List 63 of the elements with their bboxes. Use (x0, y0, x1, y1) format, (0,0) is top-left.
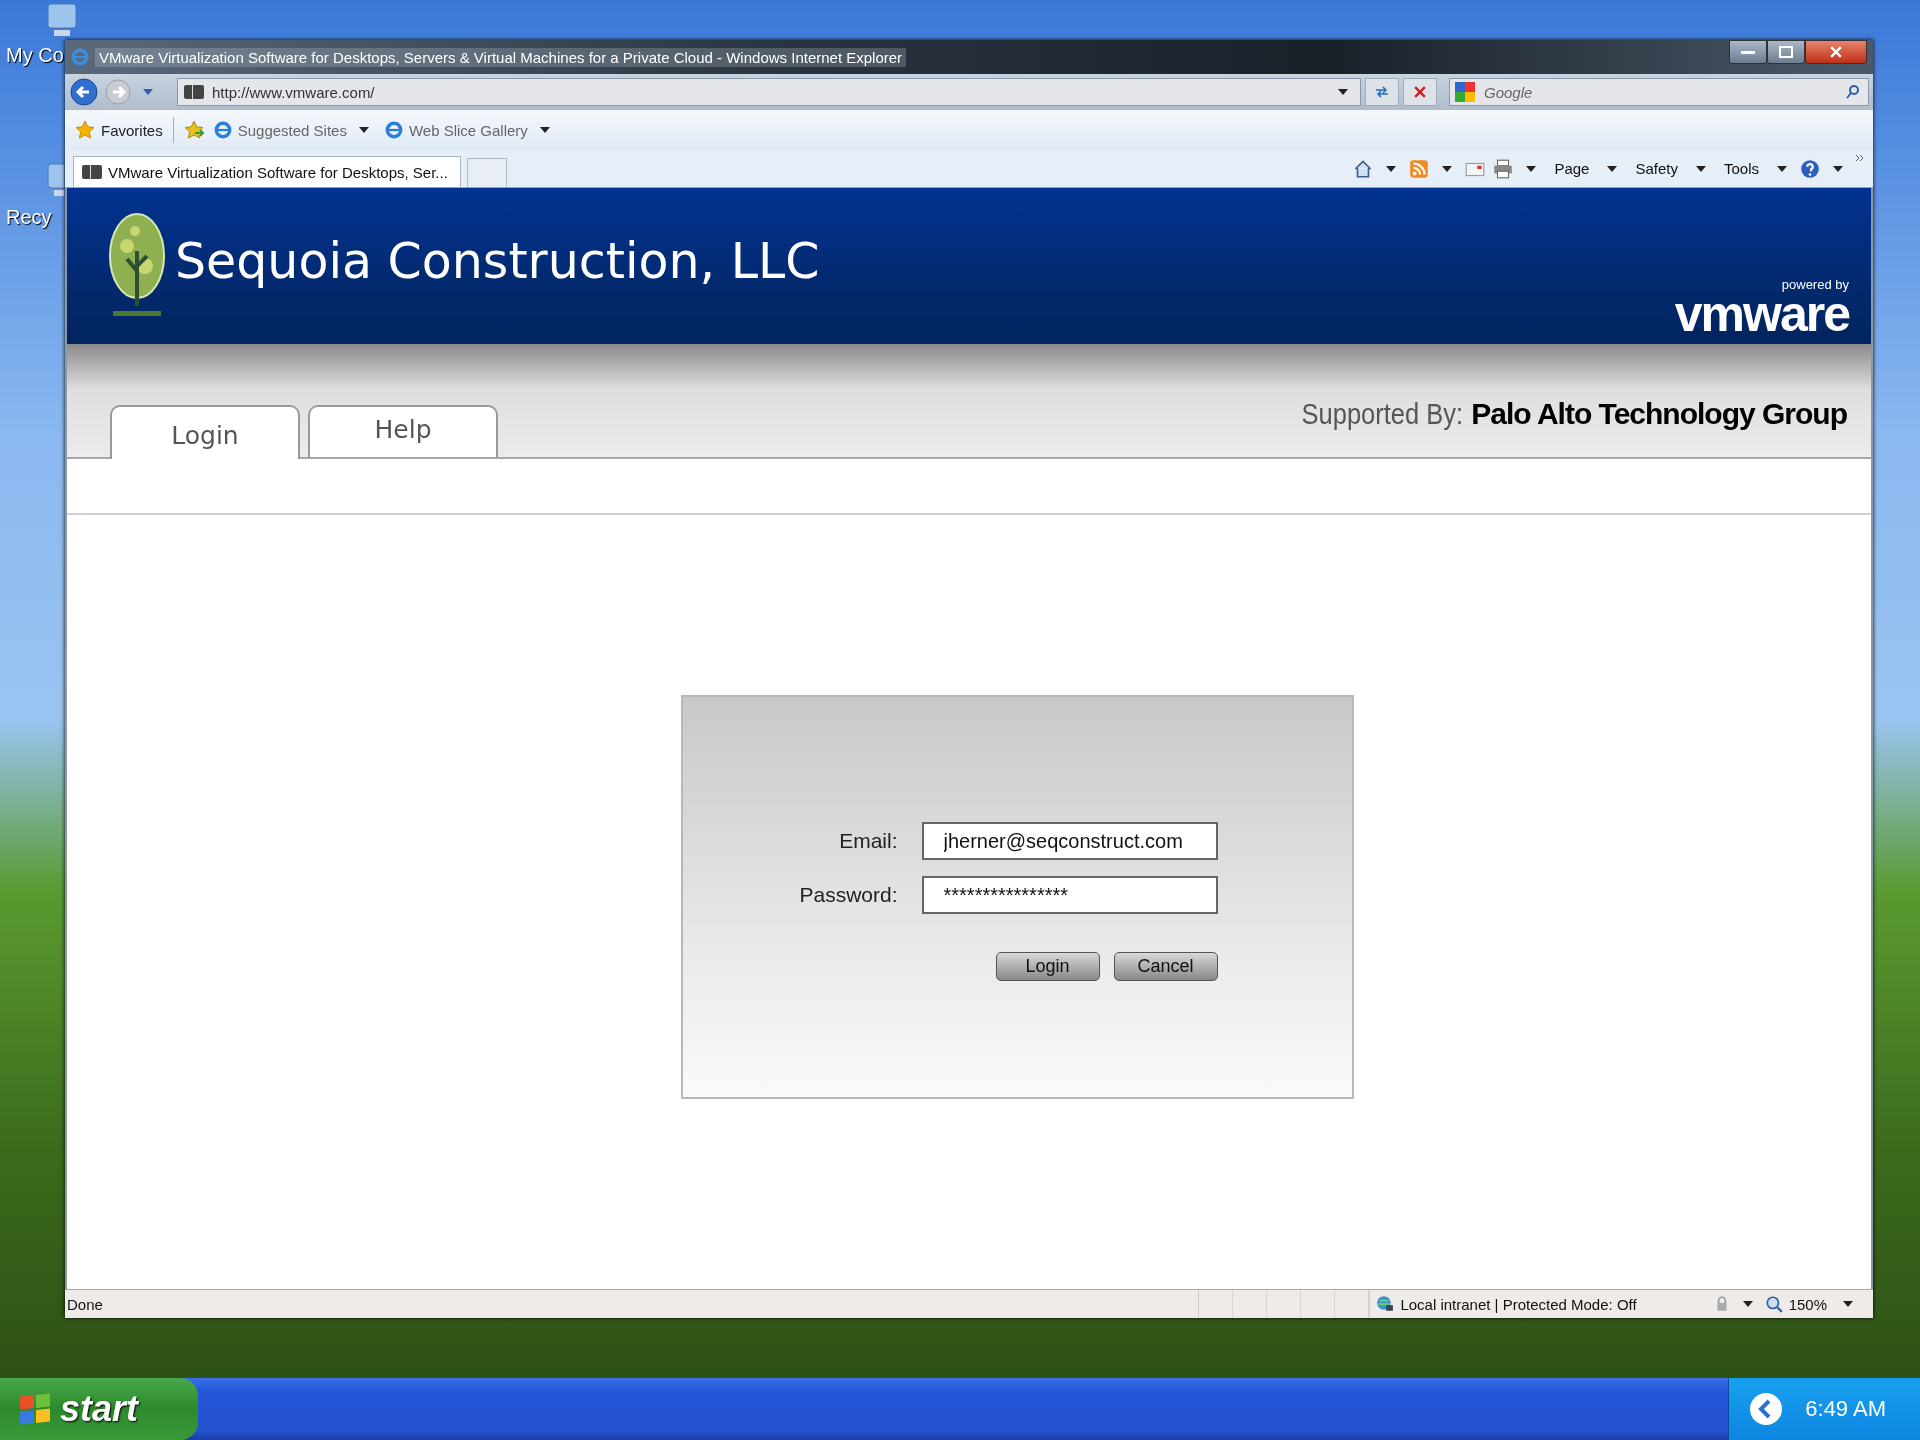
caret-icon[interactable] (1742, 1301, 1753, 1307)
history-dropdown-icon[interactable] (143, 89, 153, 95)
favorites-link[interactable]: Suggested Sites (213, 121, 375, 139)
close-icon (1413, 86, 1427, 98)
printer-icon[interactable] (1492, 157, 1515, 180)
refresh-icon (1375, 86, 1389, 98)
site-favicon-icon (184, 85, 204, 99)
search-icon[interactable] (1845, 84, 1861, 100)
back-button[interactable] (69, 77, 99, 107)
caret-icon (539, 127, 550, 133)
caret-icon[interactable] (1386, 165, 1397, 172)
favorites-button[interactable]: Favorites (75, 120, 163, 140)
zoom-icon[interactable] (1764, 1295, 1783, 1313)
email-field[interactable]: jherner@seqconstruct.com (921, 822, 1218, 860)
zoom-level[interactable]: 150% (1788, 1295, 1827, 1313)
add-favorite-icon[interactable] (183, 120, 204, 140)
page-tab[interactable]: Help (308, 405, 498, 457)
password-field[interactable]: **************** (921, 876, 1218, 914)
status-text: Done (67, 1295, 103, 1313)
close-button[interactable] (1805, 40, 1867, 64)
favorites-link[interactable]: Web Slice Gallery (384, 121, 556, 139)
brand-logo: vmware (1674, 291, 1849, 336)
help-icon[interactable] (1799, 157, 1821, 180)
security-zone-text[interactable]: Local intranet | Protected Mode: Off (1400, 1295, 1637, 1313)
start-button[interactable]: start (0, 1378, 198, 1440)
caret-icon[interactable] (1695, 165, 1706, 172)
window-title: VMware Virtualization Software for Desktops, Servers & Virtual Machines for a Private Cloud - Windows Internet Explorer (95, 47, 907, 67)
caret-icon[interactable] (1843, 1301, 1853, 1307)
command-menu[interactable]: Safety (1635, 160, 1678, 177)
browser-tab[interactable]: VMware Virtualization Software for Desktops, Ser... (73, 156, 461, 187)
caret-icon[interactable] (1777, 165, 1787, 172)
page-tab[interactable]: Login (110, 405, 300, 459)
clock: 6:49 AM (1805, 1396, 1886, 1422)
command-menu[interactable]: Tools (1723, 160, 1759, 177)
command-menu[interactable]: Page (1554, 160, 1590, 177)
more-commands-icon[interactable] (1855, 154, 1865, 162)
star-icon (75, 120, 95, 140)
close-icon (1829, 46, 1843, 58)
field-label: Email: (838, 829, 898, 853)
address-field[interactable]: http://www.vmware.com/ (177, 78, 1361, 106)
desktop-icon-label[interactable]: My Co (0, 44, 64, 67)
minimize-button[interactable] (1729, 40, 1767, 64)
supported-by-label: Supported By: (1301, 396, 1464, 431)
caret-icon[interactable] (1607, 165, 1618, 172)
windows-flag-icon (20, 1393, 50, 1425)
stop-button[interactable] (1403, 78, 1437, 106)
show-hidden-icons-button[interactable] (1749, 1392, 1784, 1426)
company-name: Sequoia Construction, LLC (175, 232, 820, 290)
caret-icon[interactable] (1338, 89, 1348, 95)
refresh-button[interactable] (1365, 78, 1399, 106)
caret-icon (358, 127, 369, 133)
form-button[interactable]: Login (995, 952, 1100, 981)
caret-icon[interactable] (1526, 165, 1537, 172)
globe-icon (1376, 1295, 1395, 1313)
restore-button[interactable] (1767, 40, 1805, 64)
site-favicon-icon (82, 165, 102, 179)
powered-by-text: powered by (1781, 276, 1849, 292)
field-label: Password: (799, 883, 898, 907)
caret-icon[interactable] (1833, 165, 1843, 172)
form-button[interactable]: Cancel (1113, 952, 1218, 981)
support-company-name: Palo Alto Technology Group (1471, 396, 1847, 431)
caret-icon[interactable] (1442, 165, 1453, 172)
search-field[interactable]: Google (1449, 78, 1869, 106)
